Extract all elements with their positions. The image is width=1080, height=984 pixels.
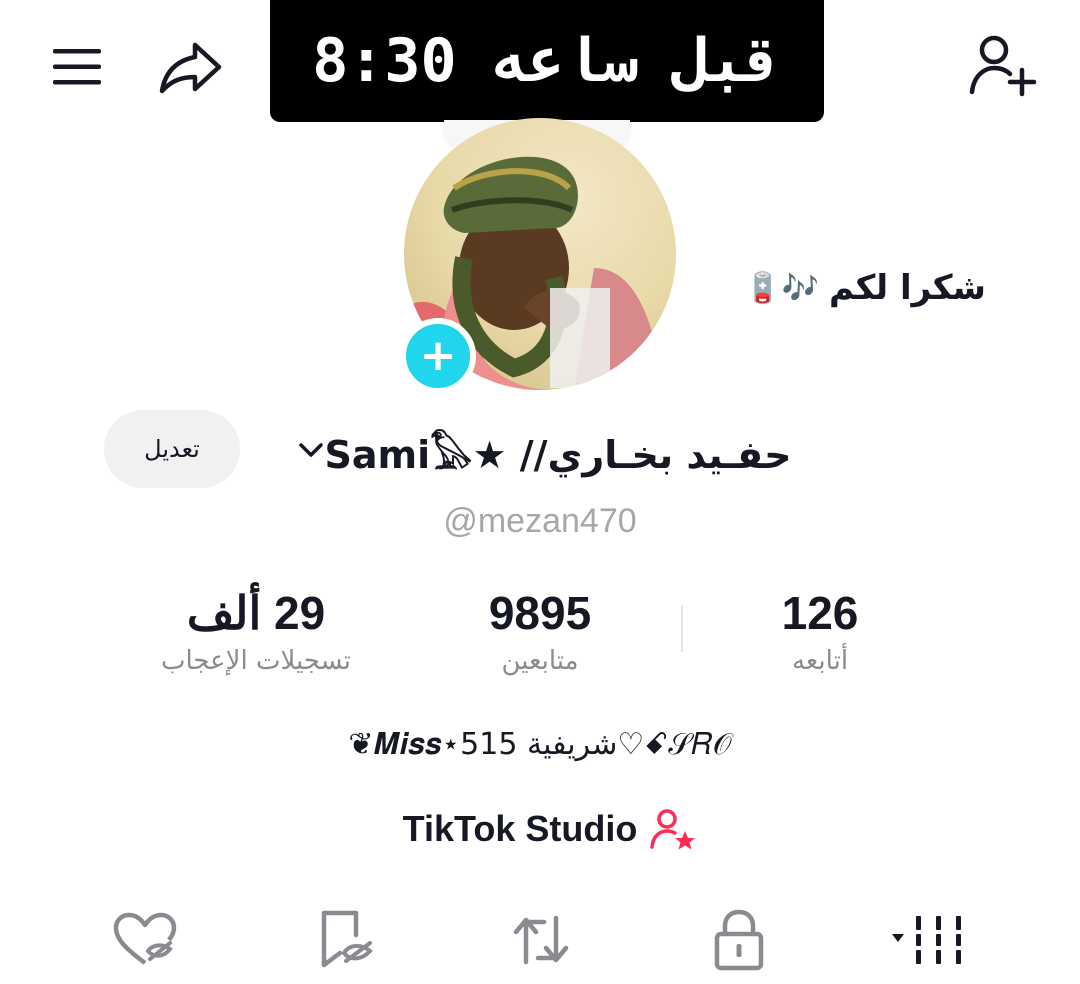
likes-label: تسجيلات الإعجاب <box>160 646 352 676</box>
tab-reposts[interactable] <box>486 896 596 984</box>
followers-label: متابعين <box>501 646 579 676</box>
favorites-bookmark-hidden-icon <box>321 910 373 968</box>
caption-emoji: 🪫🎶 <box>744 270 819 306</box>
avatar-add-button[interactable]: + <box>400 318 476 394</box>
nickname: حفـيد بخـاري// ★Sami𓅃 <box>324 433 792 477</box>
plus-icon: + <box>419 330 457 381</box>
profile-tabs <box>0 896 1080 984</box>
menu-button[interactable] <box>44 36 110 98</box>
studio-label: TikTok Studio <box>402 808 638 849</box>
time-banner-text: قبل ساعه 8:30 <box>312 26 782 96</box>
repost-arrows-icon <box>513 915 569 965</box>
video-grid-dropdown-icon <box>892 916 961 964</box>
time-banner: قبل ساعه 8:30 <box>270 0 824 122</box>
add-friend-button[interactable] <box>962 30 1042 100</box>
tab-videos[interactable] <box>870 896 990 984</box>
stat-following[interactable]: 126 أتابعه <box>670 586 970 676</box>
bio: ❦𝑴𝒊𝒔𝒔⋆515 شريفية♡ꗃ𝒮𝑅𝒪 <box>348 726 732 762</box>
caption-text: شكرا لكم <box>828 268 986 308</box>
username: @mezan470 <box>443 501 637 540</box>
stat-likes[interactable]: 29 ألف تسجيلات الإعجاب <box>106 586 406 676</box>
tab-favorites[interactable] <box>290 896 400 984</box>
following-count: 126 <box>781 587 859 639</box>
person-add-icon <box>969 35 1037 97</box>
tab-liked[interactable] <box>90 896 200 984</box>
likes-count: 29 ألف <box>186 587 326 639</box>
caption-bubble[interactable]: 🪫🎶 شكرا لكم <box>696 258 986 318</box>
edit-profile-button[interactable]: تعديل <box>104 410 240 488</box>
following-label: أتابعه <box>791 646 849 676</box>
stat-followers[interactable]: 9895 متابعين <box>390 586 690 676</box>
followers-count: 9895 <box>488 587 592 639</box>
share-arrow-icon <box>159 42 222 94</box>
nickname-row[interactable]: حفـيد بخـاري// ★Sami𓅃 <box>270 414 810 486</box>
liked-heart-hidden-icon <box>113 912 177 965</box>
share-button[interactable] <box>152 36 228 98</box>
chevron-down-icon <box>299 443 324 457</box>
lock-icon <box>714 909 764 971</box>
creator-star-icon <box>650 809 696 850</box>
tab-private[interactable] <box>684 896 794 984</box>
tiktok-studio-link[interactable]: TikTok Studio <box>360 800 740 858</box>
hamburger-menu-icon <box>53 49 101 85</box>
